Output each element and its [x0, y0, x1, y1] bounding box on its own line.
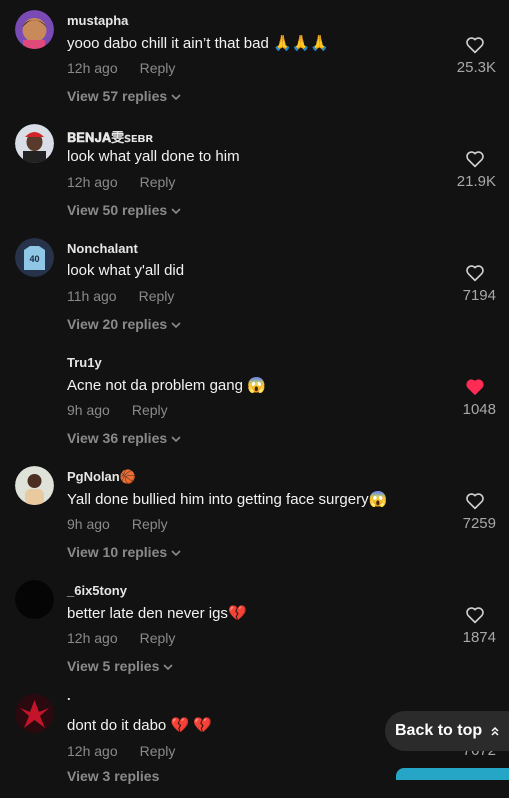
person-avatar[interactable]: [15, 466, 54, 505]
back-to-top-label: Back to top: [395, 722, 483, 739]
comment-time: 11h ago: [67, 288, 117, 304]
comment-time: 12h ago: [67, 630, 118, 646]
reply-button[interactable]: Reply: [132, 516, 168, 532]
comment-time: 12h ago: [67, 60, 118, 76]
comment-meta: 9h ago Reply: [67, 516, 168, 532]
view-replies-button[interactable]: View 50 replies: [67, 202, 181, 218]
comment-username[interactable]: Tru1y: [67, 355, 102, 370]
comment-username[interactable]: PgNolan🏀: [67, 469, 136, 485]
like-count: 1874: [462, 629, 496, 646]
red-cap-avatar[interactable]: [15, 124, 54, 163]
comment-text: yooo dabo chill it ain’t that bad 🙏🙏🙏: [67, 34, 329, 52]
comment-item: _6ix5tony better late den never igs💔 12h…: [0, 570, 509, 684]
view-replies-button[interactable]: View 5 replies: [67, 658, 173, 674]
comment-body: look what y'all did: [67, 262, 185, 279]
comment-meta: 12h ago Reply: [67, 743, 175, 759]
username-text: PgNolan: [67, 469, 120, 484]
view-replies-label: View 50 replies: [67, 202, 168, 218]
comment-item: 40 Nonchalant look what y'all did 11h ag…: [0, 228, 509, 342]
comment-body: Yall done bullied him into getting face …: [67, 491, 369, 508]
chevron-down-icon: [171, 550, 181, 557]
heart-outline-icon[interactable]: [465, 606, 485, 624]
dora-avatar[interactable]: [15, 10, 54, 49]
jersey-avatar[interactable]: 40: [15, 238, 54, 277]
like-count: 21.9K: [456, 173, 496, 190]
comment-meta: 12h ago Reply: [67, 174, 175, 190]
comment-item: mustapha yooo dabo chill it ain’t that b…: [0, 0, 509, 114]
comment-emoji: 💔 💔: [170, 717, 212, 734]
comment-emoji: 😱: [247, 377, 266, 394]
view-replies-button[interactable]: View 57 replies: [67, 88, 181, 104]
comment-text: better late den never igs💔: [67, 604, 247, 622]
comment-username[interactable]: Nonchalant: [67, 241, 138, 256]
view-replies-label: View 57 replies: [67, 88, 168, 104]
comment-body: look what yall done to him: [67, 148, 240, 165]
comment-time: 12h ago: [67, 174, 118, 190]
red-figure-avatar[interactable]: [15, 694, 54, 733]
view-replies-label: View 5 replies: [67, 658, 160, 674]
heart-outline-icon[interactable]: [465, 150, 485, 168]
heart-filled-icon[interactable]: [465, 378, 485, 396]
bottom-action-pill[interactable]: [396, 768, 509, 780]
reply-button[interactable]: Reply: [140, 60, 176, 76]
heart-outline-icon[interactable]: [465, 264, 485, 282]
comment-text: look what y'all did: [67, 262, 184, 279]
view-replies-button[interactable]: View 10 replies: [67, 544, 181, 560]
back-to-top-button[interactable]: Back to top: [385, 711, 509, 751]
comment-text: look what yall done to him: [67, 148, 240, 165]
view-replies-cut-off[interactable]: View 3 replies: [67, 768, 159, 784]
chevron-down-icon: [171, 436, 181, 443]
double-chevron-up-icon: [491, 726, 499, 736]
comment-meta: 12h ago Reply: [67, 60, 175, 76]
chevron-down-icon: [171, 322, 181, 329]
comment-emoji: 🙏🙏🙏: [272, 35, 330, 52]
comment-item: Tru1y Acne not da problem gang 😱 9h ago R…: [0, 342, 509, 456]
comment-meta: 11h ago Reply: [67, 288, 174, 304]
view-replies-label: View 36 replies: [67, 430, 168, 446]
like-count: 7259: [462, 515, 496, 532]
like-count: 25.3K: [456, 59, 496, 76]
comment-emoji: 💔: [227, 605, 247, 622]
comment-body: dont do it dabo: [67, 717, 167, 734]
like-count: 1048: [462, 401, 496, 418]
view-replies-label: View 20 replies: [67, 316, 168, 332]
comment-text: Yall done bullied him into getting face …: [67, 490, 387, 508]
comment-time: 9h ago: [67, 516, 110, 532]
chevron-down-icon: [163, 664, 173, 671]
reply-button[interactable]: Reply: [140, 743, 176, 759]
comment-item: PgNolan🏀 Yall done bullied him into gett…: [0, 456, 509, 570]
heart-outline-icon[interactable]: [465, 36, 485, 54]
comment-time: 12h ago: [67, 743, 118, 759]
basketball-emoji: 🏀: [119, 469, 136, 484]
view-replies-button[interactable]: View 36 replies: [67, 430, 181, 446]
comment-meta: 9h ago Reply: [67, 402, 168, 418]
chevron-down-icon: [171, 208, 181, 215]
heart-outline-icon[interactable]: [465, 492, 485, 510]
comment-username[interactable]: _6ix5tony: [67, 583, 127, 598]
comment-username[interactable]: .: [67, 688, 71, 703]
reply-button[interactable]: Reply: [139, 288, 175, 304]
reply-button[interactable]: Reply: [132, 402, 168, 418]
comment-text: Acne not da problem gang 😱: [67, 376, 266, 394]
like-count: 7194: [462, 287, 496, 304]
comment-meta: 12h ago Reply: [67, 630, 175, 646]
reply-button[interactable]: Reply: [140, 630, 176, 646]
comment-body: Acne not da problem gang: [67, 377, 243, 394]
comment-item: 𝐁𝐄𝐍𝐉𝐀雯ꜱᴇʙʀ look what yall done to him 12…: [0, 114, 509, 228]
comment-time: 9h ago: [67, 402, 110, 418]
reply-button[interactable]: Reply: [140, 174, 176, 190]
comment-body: yooo dabo chill it ain’t that bad: [67, 35, 269, 52]
view-replies-label: View 10 replies: [67, 544, 168, 560]
comment-username[interactable]: 𝐁𝐄𝐍𝐉𝐀雯ꜱᴇʙʀ: [67, 127, 153, 146]
comment-body: better late den never igs: [67, 605, 228, 622]
svg-text:40: 40: [29, 254, 39, 264]
chevron-down-icon: [171, 94, 181, 101]
view-replies-button[interactable]: View 20 replies: [67, 316, 181, 332]
comment-username[interactable]: mustapha: [67, 13, 128, 28]
black-avatar[interactable]: [15, 580, 54, 619]
comment-emoji: 😱: [368, 491, 388, 508]
comment-text: dont do it dabo 💔 💔: [67, 716, 212, 734]
